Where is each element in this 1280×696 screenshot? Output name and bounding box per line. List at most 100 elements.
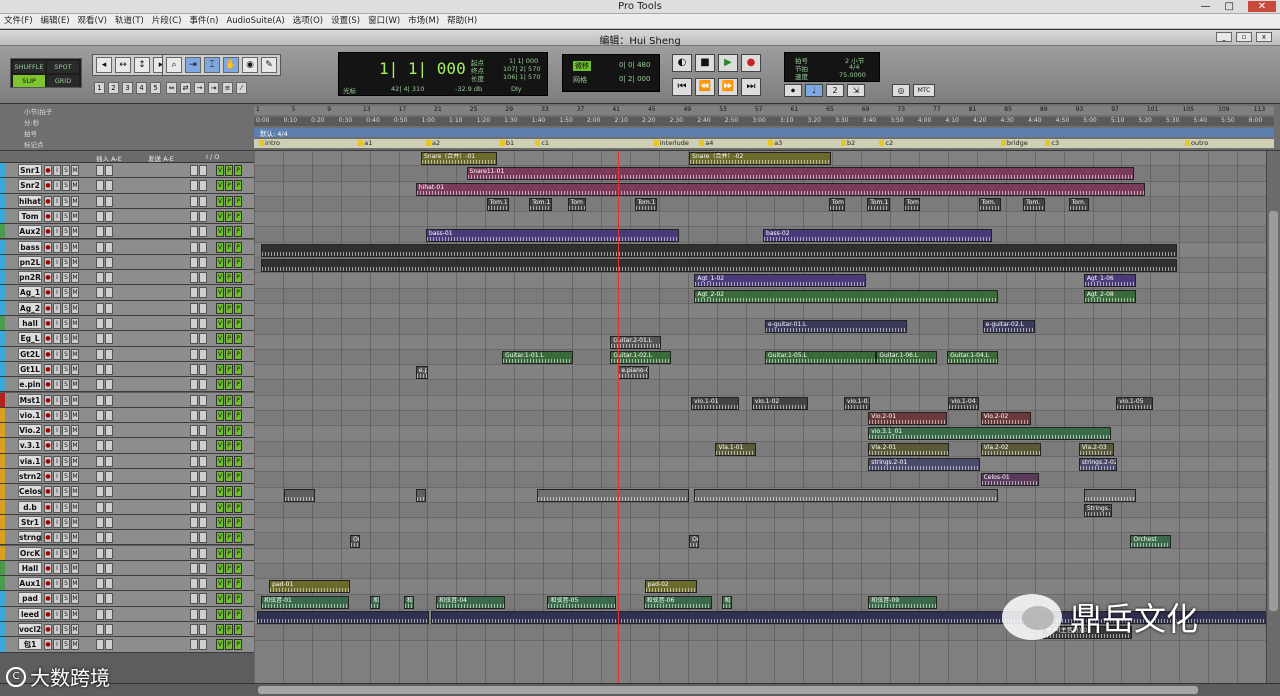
menu-item-11[interactable]: 帮助(H) xyxy=(447,14,477,28)
playlist-button[interactable]: P xyxy=(234,516,242,528)
playlist-button[interactable]: P xyxy=(225,256,233,268)
insert-slot[interactable] xyxy=(96,210,104,222)
io-slot[interactable] xyxy=(190,241,198,253)
audio-clip[interactable]: Tom xyxy=(903,197,920,211)
io-slot[interactable] xyxy=(190,363,198,375)
insert-slot[interactable] xyxy=(105,363,113,375)
input-monitor-button[interactable]: I xyxy=(53,639,61,651)
track-row[interactable]: d.b ● I S M V P P xyxy=(0,499,254,515)
playlist-button[interactable]: P xyxy=(225,302,233,314)
audio-clip[interactable]: vio.1-04 xyxy=(948,396,979,410)
io-slot[interactable] xyxy=(190,333,198,345)
solo-button[interactable]: S xyxy=(62,455,70,467)
io-slot[interactable] xyxy=(199,471,207,482)
audio-clip[interactable]: Tom.1 xyxy=(486,197,509,211)
playlist-button[interactable]: P xyxy=(225,379,233,391)
io-slot[interactable] xyxy=(199,440,207,452)
record-enable-button[interactable]: ● xyxy=(44,241,52,253)
io-slot[interactable] xyxy=(199,272,207,284)
io-slot[interactable] xyxy=(190,256,198,268)
track-name[interactable]: via.1 xyxy=(18,454,42,467)
input-monitor-button[interactable]: I xyxy=(53,195,61,207)
track-lane[interactable] xyxy=(254,533,1266,549)
mute-button[interactable]: M xyxy=(71,241,79,253)
playlist-button[interactable]: P xyxy=(225,226,233,238)
view-button[interactable]: V xyxy=(216,379,224,391)
playlist-button[interactable]: P xyxy=(234,578,242,590)
track-row[interactable]: Celos ● I S M V P P xyxy=(0,484,254,500)
track-name[interactable]: strn2 xyxy=(18,470,42,482)
audio-clip[interactable] xyxy=(537,488,690,502)
insert-slot[interactable] xyxy=(105,256,113,268)
insert-slot[interactable] xyxy=(96,624,104,635)
io-slot[interactable] xyxy=(199,318,207,329)
insert-slot[interactable] xyxy=(105,165,113,176)
view-button[interactable]: V xyxy=(216,165,224,176)
insert-slot[interactable] xyxy=(105,608,113,620)
audio-clip[interactable]: strings.2-01 xyxy=(868,458,980,471)
solo-button[interactable]: S xyxy=(62,516,70,528)
mute-button[interactable]: M xyxy=(71,516,79,528)
solo-button[interactable]: S xyxy=(62,302,70,314)
tsig-ruler-label[interactable]: 拍号 xyxy=(2,128,242,138)
io-slot[interactable] xyxy=(190,394,198,406)
track-row[interactable]: strng ● I S M V P P xyxy=(0,530,254,546)
menu-item-10[interactable]: 市场(M) xyxy=(408,14,439,28)
audio-clip[interactable]: Guitar.1-02.L xyxy=(610,350,671,364)
audio-clip[interactable]: 和弦音-06 xyxy=(643,595,713,609)
mute-button[interactable]: M xyxy=(71,165,79,176)
insert-slot[interactable] xyxy=(105,486,113,498)
playlist-button[interactable]: P xyxy=(225,593,233,605)
input-monitor-button[interactable]: I xyxy=(53,425,61,437)
track-name[interactable]: Gt1L xyxy=(18,362,42,375)
view-button[interactable]: V xyxy=(216,333,224,345)
playlist-button[interactable]: P xyxy=(225,272,233,284)
mins-ruler[interactable]: 0:00 0:10 0:20 0:30 0:40 0:50 1:00 1:10 1:20 1:30… xyxy=(254,117,1274,126)
io-slot[interactable] xyxy=(190,180,198,192)
input-monitor-button[interactable]: I xyxy=(53,440,61,452)
marker-b1[interactable]: b1 xyxy=(500,139,514,147)
io-slot[interactable] xyxy=(199,486,207,498)
track-row[interactable]: leed ● I S M V P P xyxy=(0,606,254,622)
solo-button[interactable]: S xyxy=(62,501,70,513)
marker-intro[interactable]: intro xyxy=(259,139,280,147)
insert-slot[interactable] xyxy=(105,195,113,207)
track-name[interactable]: Aux1 xyxy=(18,577,42,590)
mute-button[interactable]: M xyxy=(71,471,79,482)
rewind-icon[interactable]: ⏪ xyxy=(695,78,715,96)
input-monitor-button[interactable]: I xyxy=(53,547,61,559)
track-name[interactable]: e.pin xyxy=(18,378,42,391)
playlist-button[interactable]: P xyxy=(234,440,242,452)
io-slot[interactable] xyxy=(190,195,198,207)
insert-slot[interactable] xyxy=(96,226,104,238)
menu-item-9[interactable]: 窗口(W) xyxy=(368,14,400,28)
record-enable-button[interactable]: ● xyxy=(44,532,52,544)
audio-clip[interactable]: 和 xyxy=(403,595,414,609)
audio-clip[interactable]: strings.2-02 xyxy=(1078,458,1118,471)
insert-slot[interactable] xyxy=(105,333,113,345)
solo-button[interactable]: S xyxy=(62,195,70,207)
track-name[interactable]: vocl2 xyxy=(18,623,42,635)
view-button[interactable]: V xyxy=(216,272,224,284)
insert-slot[interactable] xyxy=(105,210,113,222)
solo-button[interactable]: S xyxy=(62,532,70,544)
track-row[interactable]: Mst1 ● I S M V P P xyxy=(0,392,254,408)
io-slot[interactable] xyxy=(199,547,207,559)
audio-clip[interactable]: bass-02 xyxy=(763,228,992,242)
fast-forward-icon[interactable]: ⏩ xyxy=(718,78,738,96)
zoom-out-icon[interactable]: ◂ xyxy=(96,57,112,73)
menu-item-4[interactable]: 片段(C) xyxy=(152,14,182,28)
insert-slot[interactable] xyxy=(96,318,104,329)
main-counter-value[interactable]: 1| 1| 000 xyxy=(379,59,466,78)
track-row[interactable]: Snr2 ● I S M V P P xyxy=(0,178,254,194)
view-button[interactable]: V xyxy=(216,608,224,620)
input-monitor-button[interactable]: I xyxy=(53,333,61,345)
audio-clip[interactable]: Snare（合并）-02 xyxy=(689,152,831,165)
audio-clip[interactable]: hihat-01 xyxy=(415,182,1145,196)
insert-slot[interactable] xyxy=(105,318,113,329)
zoom-preset-1[interactable]: 1 xyxy=(94,82,105,94)
audio-clip[interactable]: Vio.2-01 xyxy=(868,412,948,426)
io-slot[interactable] xyxy=(199,363,207,375)
input-monitor-button[interactable]: I xyxy=(53,394,61,406)
track-lane[interactable] xyxy=(254,349,1266,366)
